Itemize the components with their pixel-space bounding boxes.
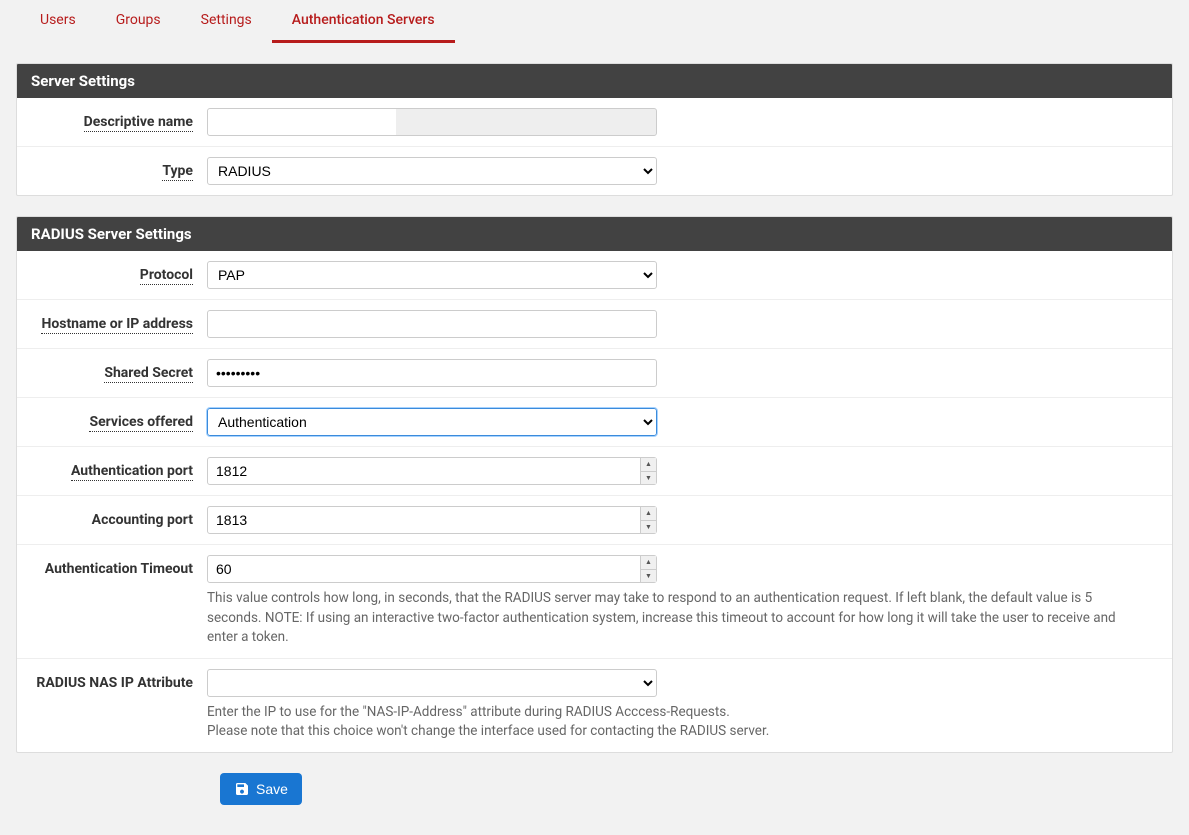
spinner-up-icon[interactable]: ▲ — [641, 458, 656, 472]
panel-server-settings: Server Settings Descriptive name Type RA… — [16, 63, 1173, 196]
tab-users[interactable]: Users — [20, 0, 96, 43]
tabs-bar: Users Groups Settings Authentication Ser… — [0, 0, 1189, 43]
nas-ip-select[interactable] — [207, 669, 657, 697]
spinner-down-icon[interactable]: ▼ — [641, 521, 656, 534]
services-offered-select[interactable]: Authentication — [207, 408, 657, 436]
authentication-timeout-help: This value controls how long, in seconds… — [207, 589, 1127, 648]
tab-authentication-servers[interactable]: Authentication Servers — [272, 0, 455, 43]
spinner-up-icon[interactable]: ▲ — [641, 556, 656, 570]
label-descriptive-name: Descriptive name — [29, 108, 207, 130]
nas-ip-help: Enter the IP to use for the "NAS-IP-Addr… — [207, 703, 1127, 742]
label-authentication-timeout: Authentication Timeout — [29, 555, 207, 577]
label-accounting-port: Accounting port — [29, 506, 207, 528]
shared-secret-input[interactable] — [207, 359, 657, 387]
label-protocol: Protocol — [29, 261, 207, 283]
tab-settings[interactable]: Settings — [181, 0, 272, 43]
tab-groups[interactable]: Groups — [96, 0, 181, 43]
descriptive-name-input[interactable] — [207, 108, 657, 136]
spinner-up-icon[interactable]: ▲ — [641, 507, 656, 521]
label-nas-ip: RADIUS NAS IP Attribute — [29, 669, 207, 691]
timeout-spinners[interactable]: ▲ ▼ — [640, 556, 656, 582]
auth-port-spinners[interactable]: ▲ ▼ — [640, 458, 656, 484]
panel-radius-settings: RADIUS Server Settings Protocol PAP Host… — [16, 216, 1173, 753]
panel-header-radius-settings: RADIUS Server Settings — [17, 217, 1172, 251]
authentication-timeout-input[interactable] — [207, 555, 657, 583]
protocol-select[interactable]: PAP — [207, 261, 657, 289]
label-services-offered: Services offered — [29, 408, 207, 430]
spinner-down-icon[interactable]: ▼ — [641, 472, 656, 485]
save-button-label: Save — [256, 781, 288, 797]
label-hostname: Hostname or IP address — [29, 310, 207, 332]
spinner-down-icon[interactable]: ▼ — [641, 570, 656, 583]
panel-header-server-settings: Server Settings — [17, 64, 1172, 98]
accounting-port-input[interactable] — [207, 506, 657, 534]
type-select[interactable]: RADIUS — [207, 157, 657, 185]
save-icon — [234, 781, 250, 797]
label-authentication-port: Authentication port — [29, 457, 207, 479]
label-shared-secret: Shared Secret — [29, 359, 207, 381]
acct-port-spinners[interactable]: ▲ ▼ — [640, 507, 656, 533]
hostname-input[interactable] — [207, 310, 657, 338]
save-button[interactable]: Save — [220, 773, 302, 805]
label-type: Type — [29, 157, 207, 179]
authentication-port-input[interactable] — [207, 457, 657, 485]
